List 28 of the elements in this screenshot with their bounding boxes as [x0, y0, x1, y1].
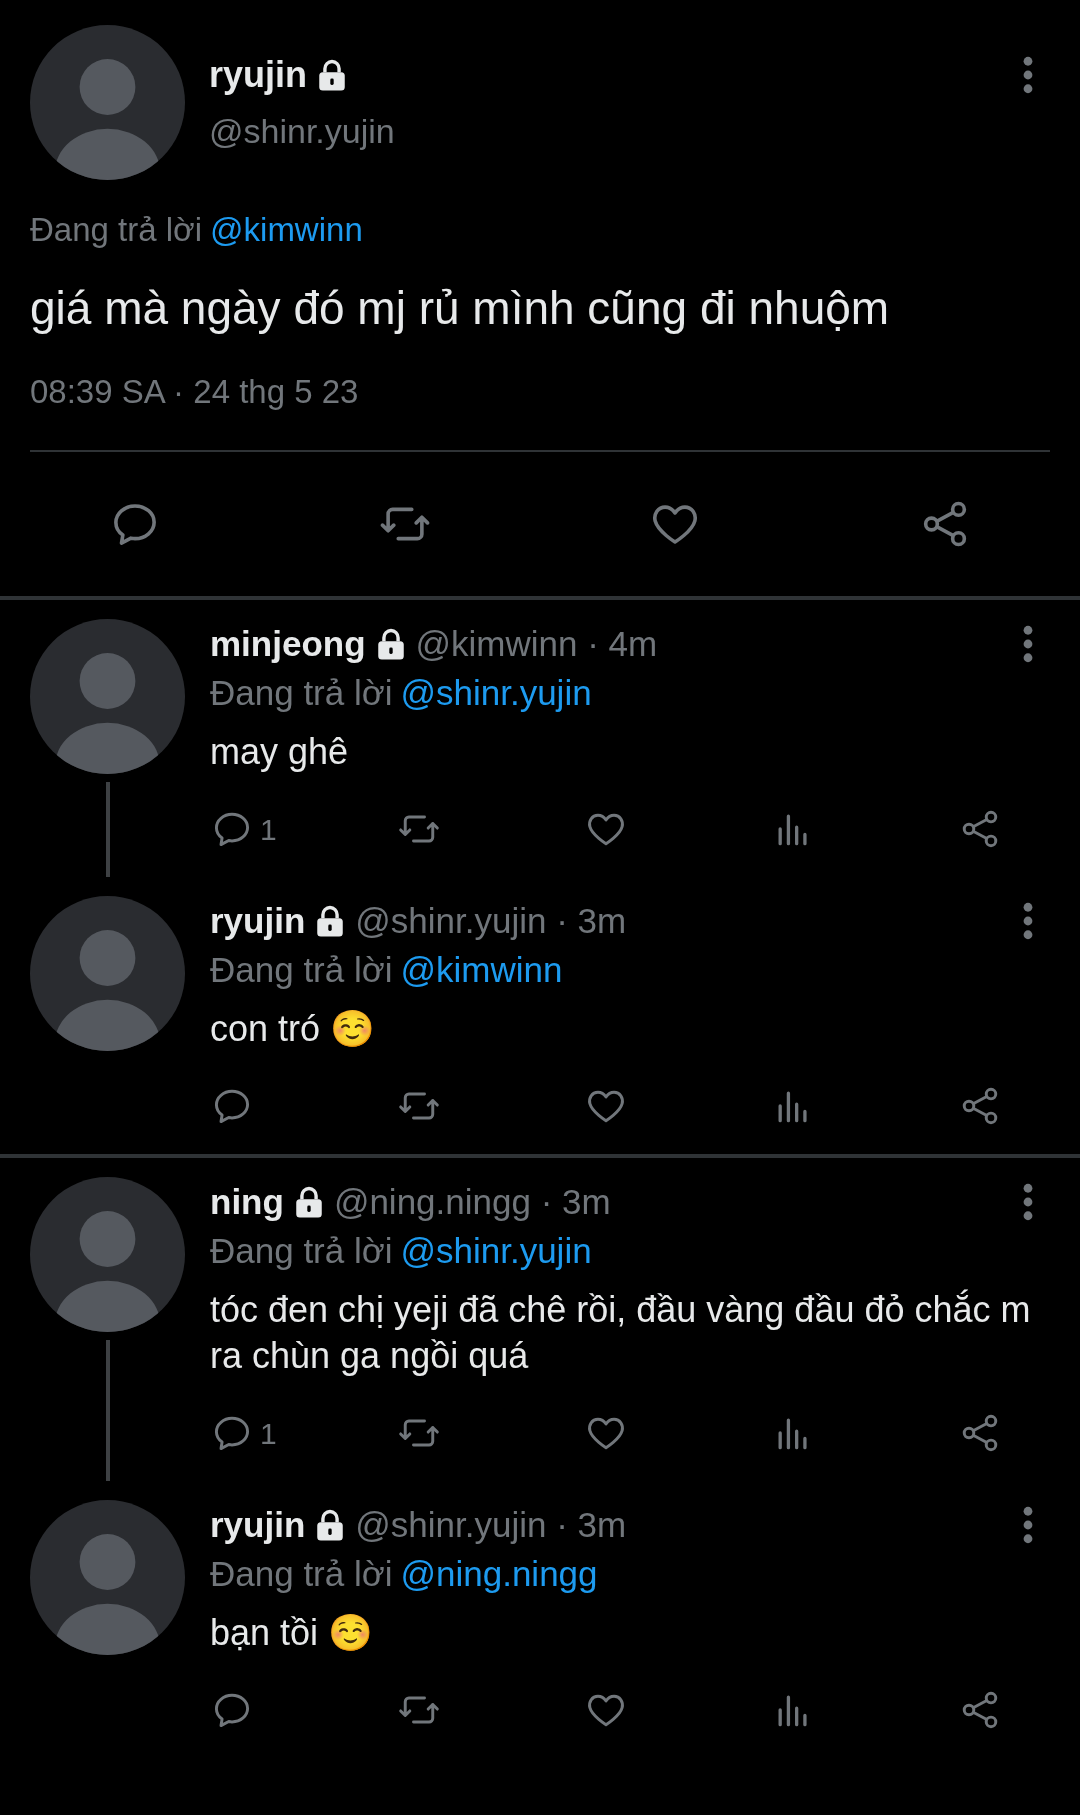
reply-text: may ghê — [210, 730, 350, 774]
reply-text: con tró ☺ — [210, 1007, 377, 1051]
user-handle: @shinr.yujin — [209, 111, 396, 152]
user-name: ryujin — [209, 53, 307, 97]
replying-label: Đang trả lời — [210, 1231, 393, 1270]
replying-label: Đang trả lời — [210, 673, 393, 712]
handle-and-time: @ning.ningg · 3m — [333, 1181, 612, 1223]
mention-link[interactable]: @kimwinn — [400, 950, 563, 989]
tweet-text: giá mà ngày đó mj rủ mình cũng đi nhuộm — [30, 281, 891, 336]
reply-text: bạn tồi ☺ — [210, 1611, 375, 1655]
mention-link[interactable]: @shinr.yujin — [400, 1231, 592, 1270]
user-name: ryujin — [210, 1504, 306, 1546]
handle-and-time: @shinr.yujin · 3m — [355, 1504, 628, 1546]
reply-text: tóc đen chị yeji đã chê rồi, đầu vàng đầu đỏ chắc m ra chùn ga ngồi quá — [210, 1288, 1032, 1378]
user-name: ning — [210, 1181, 284, 1223]
reply-count: 1 — [260, 811, 277, 848]
replying-label: Đang trả lời — [210, 1554, 393, 1593]
replying-label: Đang trả lời — [210, 950, 393, 989]
user-name: minjeong — [210, 623, 366, 665]
handle-and-time: @kimwinn · 4m — [415, 623, 659, 665]
reply-count: 1 — [260, 1415, 277, 1452]
mention-link[interactable]: @kimwinn — [210, 211, 363, 248]
timestamp: 08:39 SA · 24 thg 5 23 — [30, 372, 360, 412]
mention-link[interactable]: @shinr.yujin — [400, 673, 592, 712]
handle-and-time: @shinr.yujin · 3m — [355, 900, 628, 942]
replying-label: Đang trả lời — [30, 211, 203, 248]
user-name: ryujin — [210, 900, 306, 942]
mention-link[interactable]: @ning.ningg — [400, 1554, 598, 1593]
